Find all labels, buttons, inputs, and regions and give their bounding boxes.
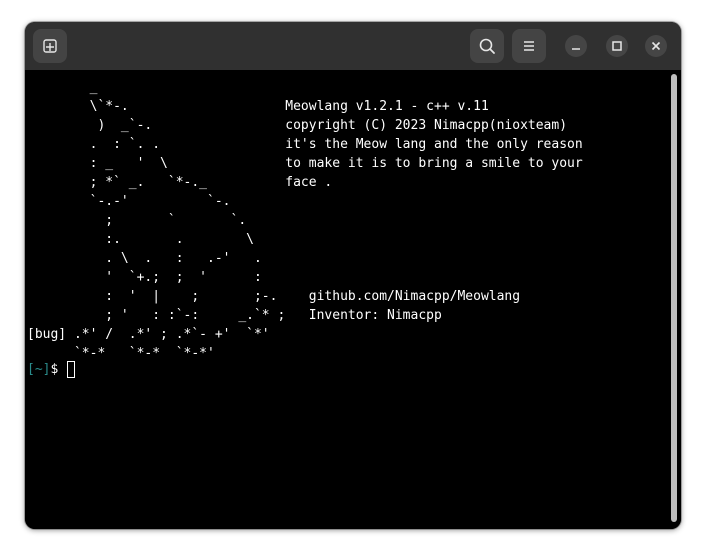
- terminal-line: ) _`-. copyright (C) 2023 Nimacpp(nioxte…: [27, 118, 568, 133]
- terminal-line: : ' | ; ;-. github.com/Nimacpp/Meowlang: [27, 289, 521, 304]
- minimize-button[interactable]: [565, 35, 587, 57]
- terminal-line: ; ' : :`-: _.`* ; Inventor: Nimacpp: [27, 308, 442, 323]
- text-cursor: [67, 361, 75, 378]
- close-button[interactable]: [645, 35, 667, 57]
- terminal-line: ; ` `.: [27, 213, 247, 228]
- terminal-line: ; *` _. `*-._ face .: [27, 175, 333, 190]
- terminal-window: _ \`*-. Meowlang v1.2.1 - c++ v.11 ) _`-…: [25, 22, 681, 529]
- search-icon: [479, 38, 495, 54]
- scrollbar[interactable]: [671, 74, 677, 522]
- maximize-icon: [612, 41, 622, 51]
- terminal-line: [bug] .*' / .*' ; .*`- +' `*': [27, 327, 270, 342]
- prompt-directory: [~]: [27, 362, 51, 377]
- terminal-line: . \ . : .-' .: [27, 251, 262, 266]
- prompt-symbol: $: [50, 362, 59, 377]
- shell-prompt: [~]$: [27, 360, 58, 379]
- menu-button[interactable]: [512, 29, 546, 63]
- hamburger-menu-icon: [524, 41, 534, 51]
- new-tab-icon: [43, 39, 57, 53]
- terminal-line: `-.-' `-.: [27, 194, 231, 209]
- search-button[interactable]: [470, 29, 504, 63]
- maximize-button[interactable]: [606, 35, 628, 57]
- terminal-line: ' `+.; ; ' :: [27, 270, 262, 285]
- terminal-line: _: [27, 80, 98, 95]
- title-bar: [25, 22, 681, 70]
- minimize-icon: [572, 48, 580, 50]
- terminal-line: : _ ' \ to make it is to bring a smile t…: [27, 156, 583, 171]
- terminal-output[interactable]: _ \`*-. Meowlang v1.2.1 - c++ v.11 ) _`-…: [25, 70, 681, 529]
- new-tab-button[interactable]: [33, 29, 67, 63]
- terminal-line: :. . \: [27, 232, 254, 247]
- close-icon: [651, 41, 661, 51]
- terminal-line: . : `. . it's the Meow lang and the only…: [27, 137, 583, 152]
- terminal-line: \`*-. Meowlang v1.2.1 - c++ v.11: [27, 99, 489, 114]
